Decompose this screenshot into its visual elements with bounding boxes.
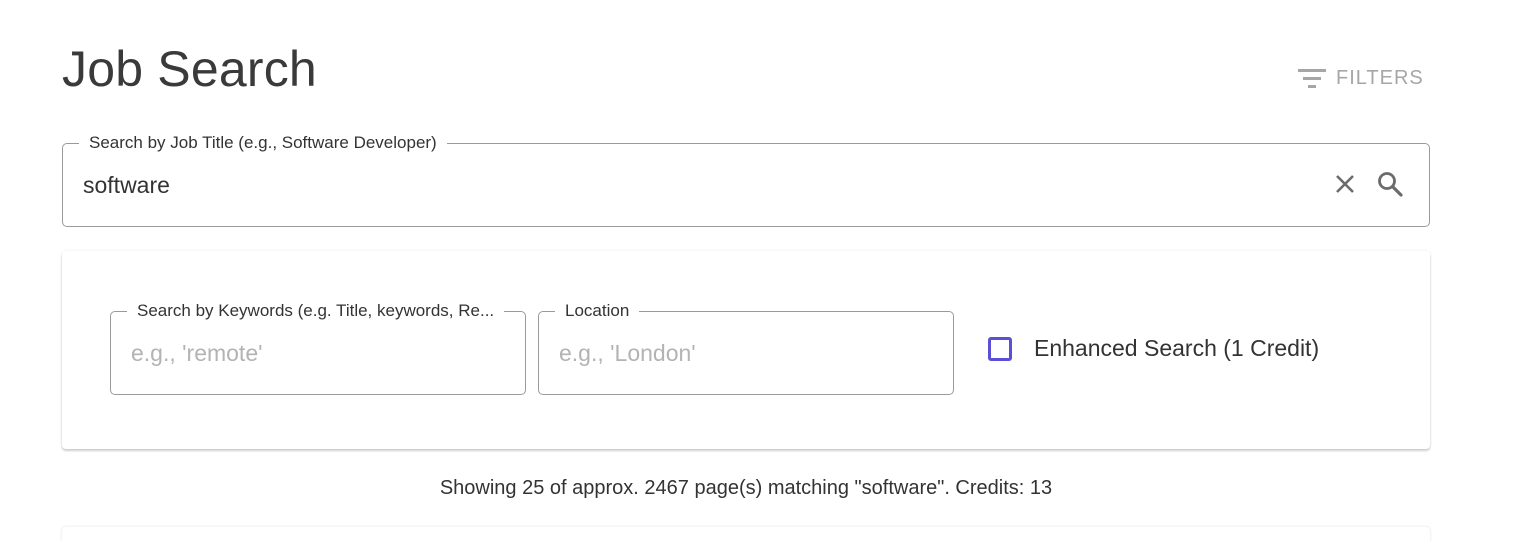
enhanced-search-label: Enhanced Search (1 Credit) xyxy=(1034,335,1320,361)
filters-button[interactable]: FILTERS xyxy=(1290,58,1432,98)
job-title-search-input[interactable] xyxy=(83,144,1319,226)
clear-search-button[interactable] xyxy=(1327,167,1363,203)
enhanced-search-toggle[interactable]: Enhanced Search (1 Credit) xyxy=(988,335,1319,362)
keywords-field: Search by Keywords (e.g. Title, keywords… xyxy=(110,301,526,395)
results-list-card xyxy=(62,527,1430,541)
filter-list-icon xyxy=(1298,67,1326,89)
job-title-search-field: Search by Job Title (e.g., Software Deve… xyxy=(62,133,1430,227)
location-input[interactable] xyxy=(559,312,937,394)
results-status-text: Showing 25 of approx. 2467 page(s) match… xyxy=(439,477,1053,499)
enhanced-search-checkbox[interactable] xyxy=(988,336,1012,361)
advanced-search-card: Search by Keywords (e.g. Title, keywords… xyxy=(62,251,1430,449)
page-title: Job Search xyxy=(62,41,317,97)
close-icon xyxy=(1334,173,1356,198)
location-field: Location xyxy=(538,301,954,395)
filters-label: FILTERS xyxy=(1336,66,1424,89)
keywords-input[interactable] xyxy=(131,312,509,394)
job-search-page: Job Search FILTERS Search by Job Title (… xyxy=(0,0,1530,541)
search-button[interactable] xyxy=(1372,167,1408,203)
search-icon xyxy=(1376,170,1404,201)
